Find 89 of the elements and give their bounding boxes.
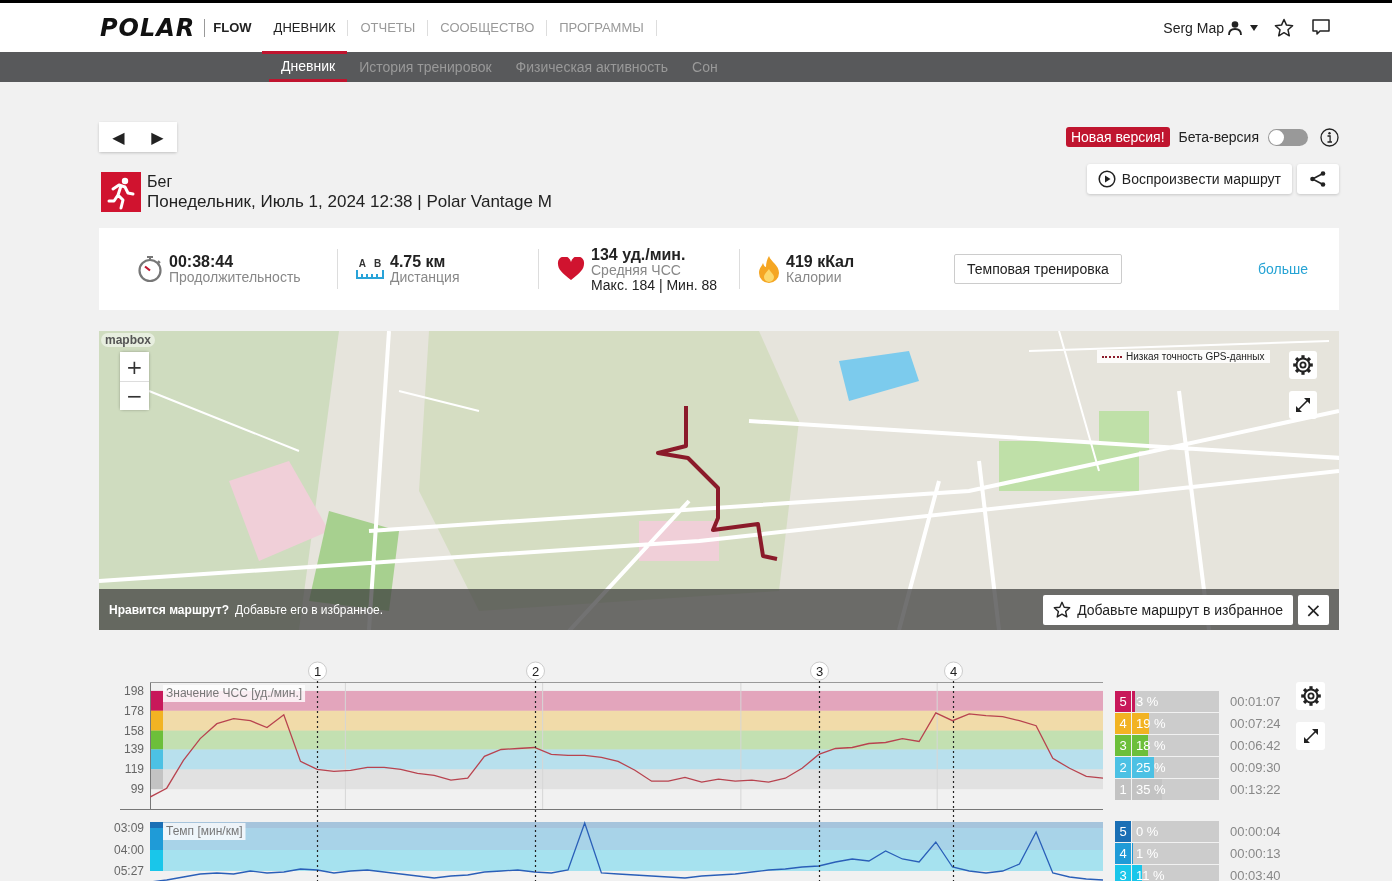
settings-button[interactable] (1289, 351, 1317, 379)
zone-number: 3 (1115, 735, 1131, 756)
prompt-text: Добавьте его в избранное. (235, 602, 384, 617)
axis-label: 99 (130, 782, 144, 797)
zone-time: 00:00:13 (1230, 846, 1280, 861)
lap-marker[interactable]: 4 (944, 661, 963, 681)
fullscreen-button[interactable] (1289, 391, 1317, 419)
activity-date: Понедельник, Июль 1, 2024 12:38 | Polar Vantage M (147, 192, 552, 212)
star-icon (1053, 600, 1072, 619)
stat-value: 4.75 км (390, 253, 447, 270)
axis-label: 05:27 (113, 864, 144, 878)
training-type-button[interactable]: Темповая тренировка (954, 254, 1122, 284)
expand-icon (1294, 396, 1312, 414)
zone-percent: 35 % (1136, 782, 1166, 797)
zoom-in-button[interactable]: + (120, 352, 149, 381)
lap-marker[interactable]: 2 (526, 661, 545, 681)
zone-time: 00:13:22 (1230, 782, 1280, 797)
mapbox-logo[interactable]: mapbox (101, 333, 155, 347)
previous-button[interactable]: ◀ (99, 122, 138, 152)
stat-value: 419 кКал (786, 253, 855, 270)
zone-number: 5 (1115, 821, 1131, 842)
settings-icon (1293, 355, 1313, 375)
axis-label: 139 (123, 742, 144, 757)
axis-label: 03:09 (113, 821, 144, 835)
x-tick-label: 1 (313, 664, 322, 679)
close-button[interactable]: × (1298, 594, 1329, 625)
zone-number: 2 (1115, 757, 1131, 778)
person-icon[interactable] (1228, 19, 1242, 36)
settings-icon (1300, 686, 1321, 706)
zone-time: 00:03:40 (1230, 868, 1280, 881)
expand-icon (1301, 727, 1320, 745)
chart-expand-button[interactable] (1296, 722, 1325, 750)
play-route-button[interactable]: Воспроизвести маршрут (1086, 164, 1292, 194)
chart-title: Значение ЧСС [уд./мин.] (163, 685, 306, 702)
chat-icon[interactable] (1312, 19, 1330, 36)
star-icon[interactable] (1274, 18, 1294, 37)
stat-detail: Макс. 184 | Мин. 88 (591, 278, 718, 292)
zone-number: 5 (1115, 691, 1131, 712)
add-favorite-button[interactable]: Добавьте маршрут в избранное (1043, 594, 1293, 625)
zone-number: 4 (1115, 713, 1131, 734)
x-tick-label: 3 (815, 664, 824, 679)
info-icon[interactable] (1320, 127, 1339, 147)
user-name[interactable]: Serg Map (1163, 19, 1224, 36)
axis-label: 158 (123, 723, 144, 738)
stat-value: 00:38:44 (169, 253, 235, 270)
logo[interactable]: POLAR (100, 13, 196, 42)
stat-label: Дистанция (390, 270, 460, 285)
stat-label: Средняя ЧСС (591, 263, 681, 278)
next-button[interactable]: ▶ (138, 122, 177, 152)
axis-label: 04:00 (113, 843, 144, 857)
zoom-out-button[interactable]: − (120, 381, 149, 410)
zone-time: 00:09:30 (1230, 760, 1280, 775)
flame-icon (758, 255, 780, 283)
dotted-line-icon (1102, 355, 1122, 358)
zone-number: 1 (1115, 779, 1131, 800)
lap-marker[interactable]: 1 (308, 661, 327, 681)
stat-label: Калории (786, 270, 843, 285)
zone-number: 3 (1115, 865, 1131, 881)
axis-label: 198 (123, 683, 144, 698)
x-tick-label: 2 (531, 664, 540, 679)
beta-label: Бета-версия (1178, 129, 1259, 145)
zone-time: 00:00:04 (1230, 824, 1280, 839)
product-name: FLOW (204, 18, 262, 37)
play-icon (1097, 170, 1116, 188)
sub-nav-tab[interactable]: Дневник (269, 52, 348, 82)
axis-label: 178 (123, 703, 144, 718)
stat-label: Продолжительность (169, 270, 301, 285)
caret-icon[interactable] (1250, 24, 1258, 31)
axis-label: 119 (124, 762, 144, 777)
lap-marker[interactable]: 3 (810, 661, 829, 681)
zone-time: 00:07:24 (1230, 716, 1280, 731)
stat-value: 134 уд./мин. (591, 246, 687, 263)
zone-percent: 25 % (1136, 760, 1166, 775)
x-tick-label: 4 (949, 664, 958, 679)
sport-name: Бег (147, 172, 174, 192)
zone-number: 4 (1115, 843, 1131, 864)
share-icon (1309, 170, 1327, 188)
zone-time: 00:01:07 (1230, 694, 1280, 709)
zone-time: 00:06:42 (1230, 738, 1280, 753)
gps-legend-text: Низкая точность GPS-данных (1126, 351, 1265, 362)
new-version-badge: Новая версия! (1065, 127, 1170, 147)
prompt-question: Нравится маршрут? (109, 602, 230, 617)
share-button[interactable] (1297, 164, 1339, 194)
running-person-icon (101, 172, 141, 212)
beta-toggle[interactable] (1268, 128, 1308, 146)
heart-icon (557, 257, 585, 281)
chart-settings-button[interactable] (1296, 682, 1325, 710)
stopwatch-icon (137, 255, 163, 283)
chart-title: Темп [мин/км] (163, 823, 246, 840)
